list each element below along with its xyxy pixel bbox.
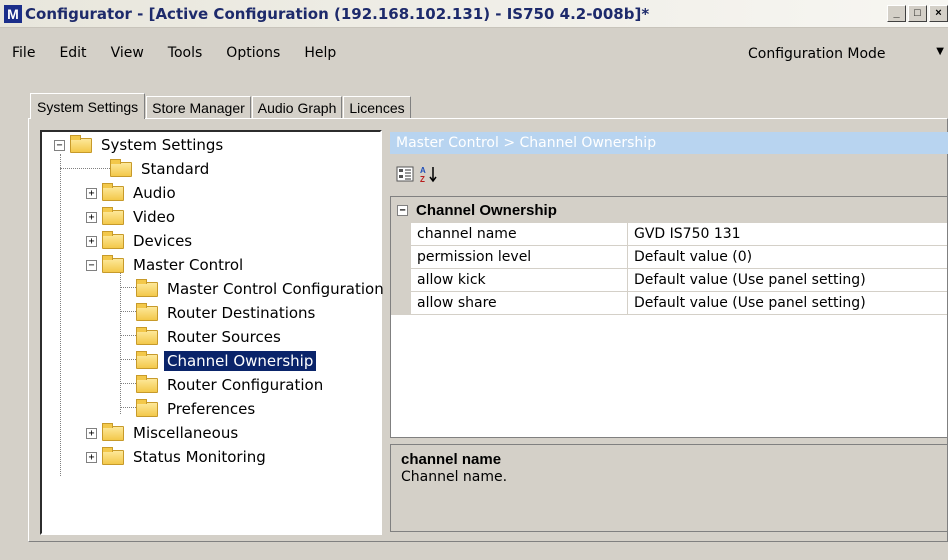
folder-icon [102, 422, 124, 441]
tree-item-status-monitoring[interactable]: + Status Monitoring [86, 446, 269, 468]
description-title: channel name [401, 451, 502, 468]
menu-options[interactable]: Options [214, 45, 292, 61]
folder-icon [136, 326, 158, 345]
window-title: Configurator - [Active Configuration (19… [25, 4, 650, 23]
tree-item-label: Router Configuration [167, 376, 324, 394]
property-row[interactable]: allow kick Default value (Use panel sett… [391, 269, 947, 292]
mode-dropdown-value: Configuration Mode [748, 46, 886, 62]
collapse-icon[interactable]: − [86, 259, 97, 271]
property-value[interactable]: GVD IS750 131 [628, 223, 947, 245]
property-grid[interactable]: − Channel Ownership channel name GVD IS7… [390, 196, 948, 438]
menu-help[interactable]: Help [292, 45, 348, 61]
folder-icon [136, 302, 158, 321]
menu-tools[interactable]: Tools [156, 45, 215, 61]
property-toolbar: AZ [390, 160, 948, 188]
tree-item-router-destinations[interactable]: Router Destinations [136, 302, 318, 324]
property-category[interactable]: − Channel Ownership [391, 197, 947, 223]
expand-icon[interactable]: + [86, 187, 97, 199]
folder-icon [136, 374, 158, 393]
tree-item-label-selected: Channel Ownership [164, 351, 317, 371]
tree-item-label: Router Sources [167, 328, 281, 346]
category-label: Channel Ownership [416, 201, 557, 219]
tree-item-devices[interactable]: + Devices [86, 230, 195, 252]
tree-item-label: Video [133, 208, 176, 226]
maximize-button[interactable]: □ [908, 5, 927, 22]
expand-icon[interactable]: + [86, 427, 97, 439]
description-panel: channel name Channel name. [390, 444, 948, 532]
tab-licences[interactable]: Licences [343, 96, 411, 118]
tree-item-label: Devices [133, 232, 193, 250]
tree-item-label: Miscellaneous [133, 424, 239, 442]
tree-item-master-control[interactable]: − Master Control [86, 254, 246, 276]
chevron-down-icon[interactable]: ▼ [936, 46, 944, 57]
app-logo-icon: M [4, 4, 22, 23]
folder-icon [136, 278, 158, 297]
tab-strip: System Settings Store Manager Audio Grap… [30, 93, 412, 119]
tree-item-miscellaneous[interactable]: + Miscellaneous [86, 422, 241, 444]
svg-text:Z: Z [420, 175, 425, 183]
categorized-view-icon[interactable] [393, 163, 417, 185]
tree-item-label: Preferences [167, 400, 256, 418]
tab-audio-graph[interactable]: Audio Graph [251, 96, 343, 118]
description-text: Channel name. [401, 469, 508, 485]
tree-item-label: Router Destinations [167, 304, 316, 322]
property-name: permission level [411, 246, 628, 268]
settings-tree[interactable]: − System Settings Standard + Audio + Vid… [40, 130, 384, 535]
property-name: allow share [411, 292, 628, 314]
svg-text:A: A [420, 166, 426, 175]
tree-item-label: Status Monitoring [133, 448, 266, 466]
breadcrumb: Master Control > Channel Ownership [390, 132, 948, 154]
tab-store-manager[interactable]: Store Manager [146, 96, 251, 118]
property-value[interactable]: Default value (Use panel setting) [628, 292, 947, 314]
menu-view[interactable]: View [99, 45, 156, 61]
property-value[interactable]: Default value (0) [628, 246, 947, 268]
expand-icon[interactable]: + [86, 235, 97, 247]
folder-icon [136, 350, 158, 369]
tree-item-channel-ownership[interactable]: Channel Ownership [136, 350, 317, 372]
tree-item-router-configuration[interactable]: Router Configuration [136, 374, 326, 396]
tree-item-audio[interactable]: + Audio [86, 182, 179, 204]
tree-item-video[interactable]: + Video [86, 206, 178, 228]
tree-item-label: Audio [133, 184, 176, 202]
minimize-button[interactable]: _ [887, 5, 906, 22]
folder-icon [70, 134, 92, 153]
collapse-icon[interactable]: − [397, 204, 408, 216]
tree-item-system-settings[interactable]: − System Settings [54, 134, 226, 156]
expand-icon[interactable]: + [86, 451, 97, 463]
alphabetical-sort-icon[interactable]: AZ [417, 163, 441, 185]
tree-item-router-sources[interactable]: Router Sources [136, 326, 284, 348]
folder-icon [136, 398, 158, 417]
tree-item-label: Standard [141, 160, 210, 178]
property-name: allow kick [411, 269, 628, 291]
title-bar: M Configurator - [Active Configuration (… [0, 0, 948, 28]
close-button[interactable]: × [929, 5, 948, 22]
menu-file[interactable]: File [0, 45, 47, 61]
collapse-icon[interactable]: − [54, 139, 65, 151]
folder-icon [102, 206, 124, 225]
folder-icon [102, 446, 124, 465]
tree-item-preferences[interactable]: Preferences [136, 398, 258, 420]
folder-icon [102, 230, 124, 249]
property-value[interactable]: Default value (Use panel setting) [628, 269, 947, 291]
folder-icon [110, 158, 132, 177]
property-name: channel name [411, 223, 628, 245]
property-row[interactable]: channel name GVD IS750 131 [391, 223, 947, 246]
tree-item-master-control-configuration[interactable]: Master Control Configuration [136, 278, 387, 300]
tree-item-label: System Settings [101, 136, 224, 154]
property-row[interactable]: allow share Default value (Use panel set… [391, 292, 947, 315]
tree-item-label: Master Control Configuration [167, 280, 384, 298]
menu-edit[interactable]: Edit [47, 45, 98, 61]
mode-dropdown[interactable]: Configuration Mode ▼ [740, 42, 948, 66]
tree-item-standard[interactable]: Standard [110, 158, 212, 180]
property-row[interactable]: permission level Default value (0) [391, 246, 947, 269]
folder-icon [102, 254, 124, 273]
expand-icon[interactable]: + [86, 211, 97, 223]
folder-icon [102, 182, 124, 201]
tab-system-settings[interactable]: System Settings [30, 93, 146, 119]
tree-item-label: Master Control [133, 256, 244, 274]
